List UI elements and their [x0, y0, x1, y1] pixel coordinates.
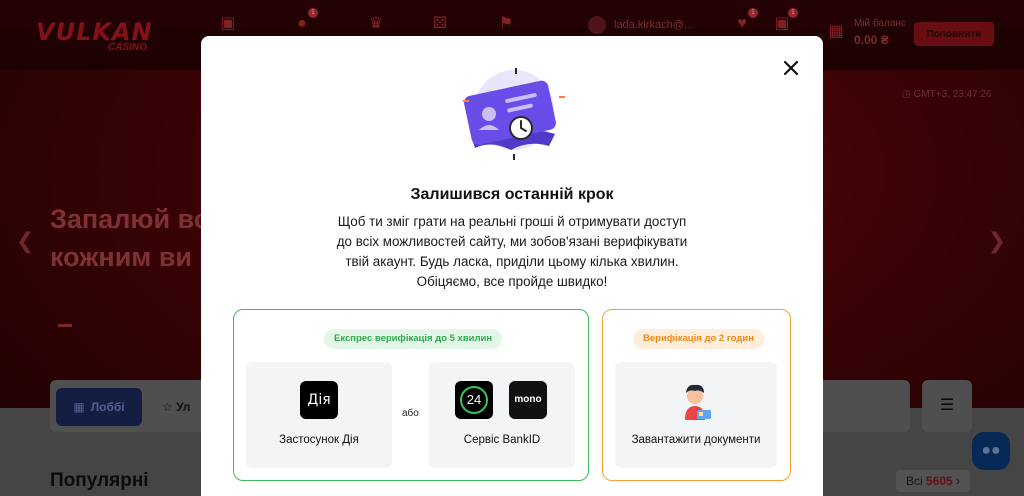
diya-option-label: Застосунок Дія [279, 434, 359, 446]
view-all-count: 5605 [926, 474, 953, 488]
slider-indicator[interactable] [58, 324, 72, 327]
clock: ◷ GMT+3, 23:47:26 [902, 89, 992, 100]
crown-icon[interactable]: ♛ [366, 14, 386, 34]
hero-line-2: кожним ви [50, 242, 193, 272]
description-line: Щоб ти зміг грати на реальні гроші й отр… [337, 214, 687, 229]
standard-badge: Верифікація до 2 годин [633, 329, 764, 349]
chevron-right-icon[interactable]: ❯ [988, 228, 1006, 254]
gift-icon[interactable]: ▣ 1 [772, 8, 798, 34]
tab-lobby[interactable]: ▦ Лоббі [56, 388, 142, 426]
description-line: до всіх можливостей сайту, ми зобов'язан… [336, 234, 688, 249]
avatar [588, 16, 606, 34]
express-badge: Експрес верифікація до 5 хвилин [324, 329, 503, 349]
balance-label: Мій баланс [854, 18, 906, 29]
view-all-link[interactable]: Всі 5605 › [896, 470, 971, 492]
chat-icon[interactable]: ●● [972, 432, 1010, 470]
monobank-logo-icon: mono [509, 381, 547, 419]
description-line: Обіцяємо, все пройде швидко! [416, 274, 608, 289]
modal-title: Залишився останній крок [410, 186, 614, 203]
close-icon[interactable] [779, 56, 803, 80]
notification-badge: 1 [788, 8, 798, 18]
notification-badge: 1 [748, 8, 758, 18]
tab-lobby-label: Лоббі [90, 400, 125, 414]
verification-modal: Залишився останній крок Щоб ти зміг грат… [201, 36, 823, 496]
verification-illustration-icon [463, 68, 565, 160]
user-profile[interactable]: lada.kirkach@... [588, 16, 693, 34]
chevron-left-icon[interactable]: ❮ [16, 228, 34, 254]
flag-icon[interactable]: ⚑ [496, 14, 516, 34]
hero-title: Запалюй во кожним ви [50, 200, 210, 276]
or-label: або [402, 408, 419, 419]
trophy-icon[interactable]: ● 1 [292, 8, 318, 34]
gift-icon[interactable]: ▣ [218, 14, 238, 34]
description-line: твій акаунт. Будь ласка, приділи цьому к… [345, 254, 679, 269]
balance-value: 0.00 ₴ [854, 33, 889, 47]
bankid-option-label: Сервіс BankID [463, 434, 541, 446]
upload-documents-button[interactable]: Завантажити документи [615, 362, 777, 468]
heart-icon[interactable]: ♥ 1 [732, 8, 758, 34]
hero-line-1: Запалюй во [50, 204, 211, 234]
filter-icon[interactable]: ☰ [922, 380, 972, 432]
user-name: lada.kirkach@... [614, 19, 694, 31]
modal-description: Щоб ти зміг грати на реальні гроші й отр… [321, 212, 703, 292]
upload-documents-label: Завантажити документи [631, 434, 761, 446]
clock-text: GMT+3, 23:47:26 [913, 89, 992, 100]
person-document-icon [685, 384, 711, 420]
view-all-label: Всі [906, 474, 923, 488]
dice-icon[interactable]: ⚄ [430, 14, 450, 34]
grid-icon: ▦ [73, 400, 85, 414]
wallet-icon: ▦ [828, 23, 844, 40]
tab-favorites-label: Ул [176, 400, 191, 414]
site-logo-sub: CASINO [108, 42, 147, 53]
diya-option-button[interactable]: Дія Застосунок Дія [246, 362, 392, 468]
section-title: Популярні [50, 470, 149, 491]
privat24-logo-text: 24 [460, 386, 488, 414]
notification-badge: 1 [308, 8, 318, 18]
privat24-logo-icon: 24 [455, 381, 493, 419]
diya-logo-icon: Дія [300, 381, 338, 419]
topup-button[interactable]: Поповнити [914, 22, 994, 46]
standard-verification-card: Верифікація до 2 годин Завантажити докум… [602, 309, 791, 481]
tab-favorites[interactable]: ☆ Ул [162, 400, 190, 414]
bankid-option-button[interactable]: 24 mono Сервіс BankID [429, 362, 575, 468]
express-verification-card: Експрес верифікація до 5 хвилин Дія Заст… [233, 309, 589, 481]
